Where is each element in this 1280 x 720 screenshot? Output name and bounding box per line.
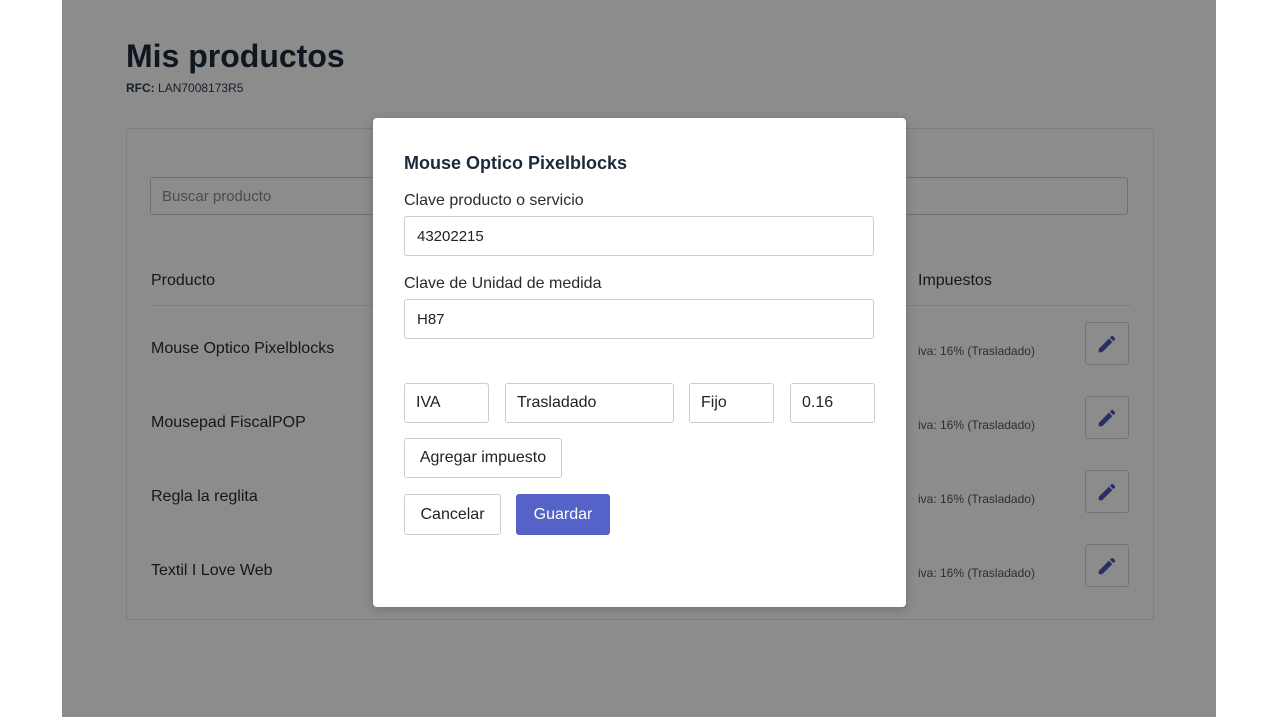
modal-title: Mouse Optico Pixelblocks xyxy=(404,153,628,173)
unit-key-label: Clave de Unidad de medida xyxy=(404,275,602,292)
edit-product-modal: Mouse Optico Pixelblocks Clave producto … xyxy=(373,118,906,607)
cancel-button[interactable]: Cancelar xyxy=(404,494,501,535)
tax-type-input[interactable] xyxy=(404,383,489,423)
unit-key-input[interactable] xyxy=(404,299,874,339)
tax-rate-input[interactable] xyxy=(790,383,875,423)
save-button[interactable]: Guardar xyxy=(516,494,610,535)
product-key-input[interactable] xyxy=(404,216,874,256)
add-tax-button[interactable]: Agregar impuesto xyxy=(404,438,562,478)
product-key-label: Clave producto o servicio xyxy=(404,192,584,209)
tax-factor-input[interactable] xyxy=(689,383,774,423)
tax-kind-input[interactable] xyxy=(505,383,674,423)
